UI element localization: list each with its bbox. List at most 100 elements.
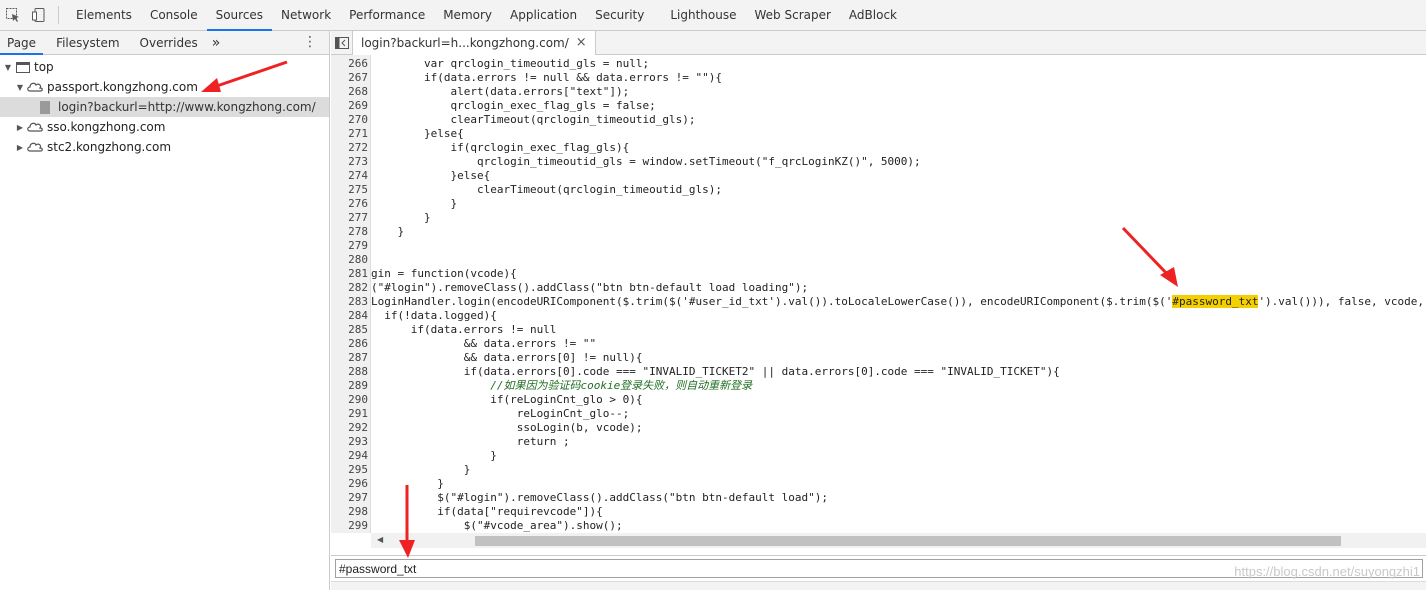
code-line: 295 } (331, 463, 1426, 477)
line-number[interactable]: 289 (331, 379, 368, 393)
file-tree: ▼ top ▼ passport.kongzhong.com login?bac… (0, 55, 329, 157)
tab-security[interactable]: Security (586, 0, 653, 31)
line-number[interactable]: 277 (331, 211, 368, 225)
line-number[interactable]: 266 (331, 57, 368, 71)
tab-adblock[interactable]: AdBlock (840, 0, 906, 31)
tab-lighthouse[interactable]: Lighthouse (661, 0, 745, 31)
code-text: clearTimeout(qrclogin_timeoutid_gls); (371, 183, 722, 196)
tree-item-label: sso.kongzhong.com (47, 120, 166, 134)
tree-item-label: login?backurl=http://www.kongzhong.com/ (58, 100, 316, 114)
code-line: 277 } (331, 211, 1426, 225)
code-line: 286 && data.errors != "" (331, 337, 1426, 351)
tab-web-scraper[interactable]: Web Scraper (746, 0, 840, 31)
horizontal-scrollbar[interactable]: ◀ (371, 533, 1426, 548)
code-line: 280 (331, 253, 1426, 267)
code-line: 297 $("#login").removeClass().addClass("… (331, 491, 1426, 505)
line-number[interactable]: 281 (331, 267, 368, 281)
more-options-icon[interactable]: ⋮ (303, 35, 317, 49)
code-line: 275 clearTimeout(qrclogin_timeoutid_gls)… (331, 183, 1426, 197)
tab-network[interactable]: Network (272, 0, 340, 31)
inspect-element-icon[interactable] (0, 0, 26, 31)
line-number[interactable]: 273 (331, 155, 368, 169)
tree-item-stc2[interactable]: ▶ stc2.kongzhong.com (0, 137, 329, 157)
code-text: reLoginCnt_glo--; (371, 407, 630, 420)
line-number[interactable]: 296 (331, 477, 368, 491)
line-number[interactable]: 288 (331, 365, 368, 379)
code-text: }else{ (371, 127, 464, 140)
line-number[interactable]: 286 (331, 337, 368, 351)
line-number[interactable]: 299 (331, 519, 368, 533)
more-tabs-button[interactable]: » (205, 31, 228, 55)
tab-console[interactable]: Console (141, 0, 207, 31)
code-line: 267 if(data.errors != null && data.error… (331, 71, 1426, 85)
code-line: 296 } (331, 477, 1426, 491)
scroll-left-icon[interactable]: ◀ (377, 535, 383, 544)
line-number[interactable]: 283 (331, 295, 368, 309)
line-number[interactable]: 275 (331, 183, 368, 197)
code-text: } (371, 197, 458, 210)
chevron-down-icon[interactable]: ▼ (2, 63, 14, 72)
editor-file-tab[interactable]: login?backurl=h...kongzhong.com/ × (353, 30, 596, 55)
line-number[interactable]: 268 (331, 85, 368, 99)
tab-application[interactable]: Application (501, 0, 586, 31)
line-number[interactable]: 279 (331, 239, 368, 253)
tab-page[interactable]: Page (0, 31, 44, 55)
code-text: } (371, 463, 471, 476)
tab-elements[interactable]: Elements (67, 0, 141, 31)
tree-item-label: stc2.kongzhong.com (47, 140, 172, 154)
device-toolbar-icon[interactable] (26, 0, 52, 31)
scrollbar-thumb[interactable] (475, 536, 1341, 546)
line-number[interactable]: 280 (331, 253, 368, 267)
tab-performance[interactable]: Performance (340, 0, 434, 31)
line-number[interactable]: 298 (331, 505, 368, 519)
line-number[interactable]: 287 (331, 351, 368, 365)
chevron-right-icon[interactable]: ▶ (14, 123, 26, 132)
code-text: && data.errors != "" (371, 337, 597, 350)
chevron-right-icon[interactable]: ▶ (14, 143, 26, 152)
code-line: 271 }else{ (331, 127, 1426, 141)
code-line: 289 //如果因为验证码cookie登录失败，则自动重新登录 (331, 379, 1426, 393)
line-number[interactable]: 293 (331, 435, 368, 449)
line-number[interactable]: 267 (331, 71, 368, 85)
line-number[interactable]: 291 (331, 407, 368, 421)
line-number[interactable]: 292 (331, 421, 368, 435)
code-line: 279 (331, 239, 1426, 253)
file-tab-label: login?backurl=h...kongzhong.com/ (361, 35, 569, 50)
code-text: $("#vcode_area").show(); (371, 519, 623, 532)
tree-item-sso[interactable]: ▶ sso.kongzhong.com (0, 117, 329, 137)
line-number[interactable]: 274 (331, 169, 368, 183)
line-number[interactable]: 294 (331, 449, 368, 463)
line-number[interactable]: 269 (331, 99, 368, 113)
line-number[interactable]: 278 (331, 225, 368, 239)
line-number[interactable]: 285 (331, 323, 368, 337)
tree-item-passport[interactable]: ▼ passport.kongzhong.com (0, 77, 329, 97)
line-number[interactable]: 297 (331, 491, 368, 505)
code-editor[interactable]: 266 var qrclogin_timeoutid_gls = null; 26… (331, 55, 1426, 533)
toggle-navigator-icon[interactable] (331, 30, 353, 55)
tab-memory[interactable]: Memory (434, 0, 501, 31)
chevron-down-icon[interactable]: ▼ (14, 83, 26, 92)
tree-item-top[interactable]: ▼ top (0, 57, 329, 77)
line-number[interactable]: 290 (331, 393, 368, 407)
tree-item-label: passport.kongzhong.com (47, 80, 198, 94)
code-text: } (371, 449, 497, 462)
line-number[interactable]: 270 (331, 113, 368, 127)
code-text: } (371, 211, 431, 224)
line-number[interactable]: 282 (331, 281, 368, 295)
code-line: 290 if(reLoginCnt_glo > 0){ (331, 393, 1426, 407)
line-number[interactable]: 272 (331, 141, 368, 155)
cloud-icon (26, 120, 44, 135)
code-text: ("#login").removeClass().addClass("btn b… (371, 281, 809, 294)
code-text: qrclogin_exec_flag_gls = false; (371, 99, 656, 112)
status-bar (331, 581, 1426, 590)
close-icon[interactable]: × (576, 35, 587, 50)
line-number[interactable]: 276 (331, 197, 368, 211)
tab-overrides[interactable]: Overrides (133, 31, 205, 55)
tree-item-login-file[interactable]: login?backurl=http://www.kongzhong.com/ (0, 97, 329, 117)
sources-navigator: Page Filesystem Overrides » ⋮ ▼ top ▼ pa… (0, 31, 330, 590)
line-number[interactable]: 295 (331, 463, 368, 477)
line-number[interactable]: 271 (331, 127, 368, 141)
tab-filesystem[interactable]: Filesystem (49, 31, 126, 55)
line-number[interactable]: 284 (331, 309, 368, 323)
tab-sources[interactable]: Sources (206, 0, 273, 31)
